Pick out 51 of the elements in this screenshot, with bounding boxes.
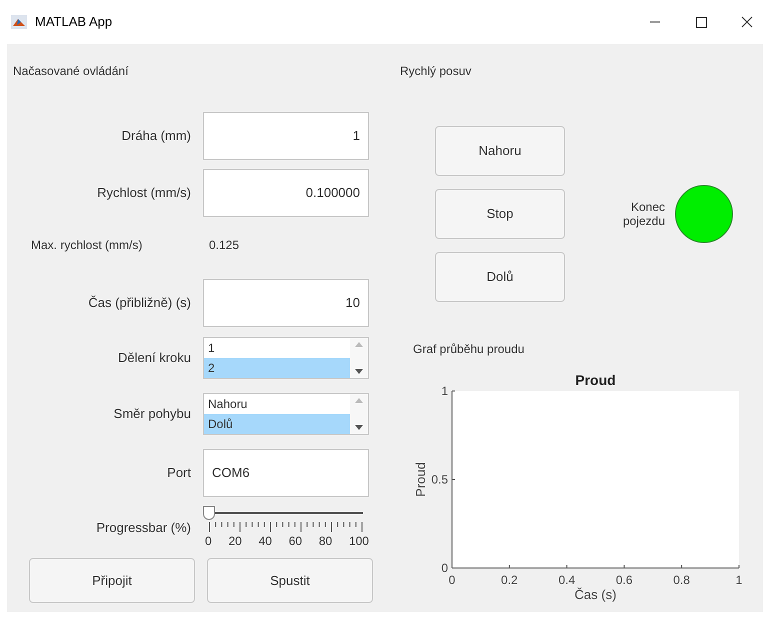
- graph-label: Graf průběhu proudu: [413, 341, 526, 358]
- tick-label: 0: [205, 533, 212, 550]
- input-field[interactable]: COM6: [203, 449, 369, 497]
- action-button[interactable]: Spustit: [207, 558, 373, 603]
- panel-title: Načasované ovládání: [13, 63, 130, 80]
- x-tick-label: 0.4: [558, 573, 576, 587]
- tick-label: 20: [228, 533, 242, 550]
- tick-label: 100: [348, 533, 369, 550]
- jog-button[interactable]: Stop: [435, 189, 565, 239]
- list-item[interactable]: Dolů: [204, 414, 350, 434]
- y-tick-label: 1: [441, 384, 448, 398]
- tick-label: 60: [288, 533, 302, 550]
- listbox[interactable]: 1 2: [203, 337, 369, 379]
- y-tick-label: 0.5: [431, 472, 448, 486]
- tick-label: 40: [258, 533, 272, 550]
- x-tick-label: 0.2: [501, 573, 518, 587]
- y-axis-label: Proud: [413, 462, 428, 497]
- tick-label: 80: [318, 533, 332, 550]
- scrollbar[interactable]: [350, 394, 368, 434]
- listbox-label: Dělení kroku: [117, 349, 192, 368]
- slider-label: Progressbar (%): [95, 519, 192, 538]
- lamp-label: Konec pojezdu: [622, 200, 665, 228]
- chart-title: Proud: [575, 372, 616, 388]
- field-label: Port: [166, 464, 192, 482]
- jog-button[interactable]: Dolů: [435, 252, 565, 302]
- input-field[interactable]: 10: [203, 279, 369, 327]
- x-tick-label: 0.6: [616, 573, 633, 587]
- input-field[interactable]: 1: [203, 112, 369, 160]
- slider-thumb[interactable]: [203, 506, 215, 520]
- jog-button[interactable]: Nahoru: [435, 126, 565, 176]
- panel-title: Rychlý posuv: [400, 63, 472, 80]
- listbox-label: Směr pohybu: [112, 405, 192, 424]
- max-speed-label: Max. rychlost (mm/s): [31, 237, 144, 254]
- x-axis-label: Čas (s): [574, 587, 616, 602]
- field-label: Čas (přibližně) (s): [87, 294, 192, 312]
- x-tick-label: 1: [736, 573, 742, 587]
- max-speed-value: 0.125: [209, 237, 240, 254]
- field-label: Dráha (mm): [120, 127, 192, 146]
- x-tick-label: 0: [448, 573, 456, 587]
- y-tick-label: 0: [441, 561, 448, 575]
- x-tick-label: 0.8: [673, 573, 690, 587]
- down-arrow-icon[interactable]: [355, 425, 363, 430]
- field-label: Rychlost (mm/s): [96, 184, 192, 202]
- app-icon: [11, 15, 27, 29]
- list-item[interactable]: 2: [204, 358, 350, 378]
- listbox[interactable]: Nahoru Dolů: [203, 393, 369, 435]
- scrollbar[interactable]: [350, 338, 368, 378]
- input-field[interactable]: 0.100000: [203, 169, 369, 217]
- down-arrow-icon[interactable]: [355, 369, 363, 374]
- action-button[interactable]: Připojit: [29, 558, 195, 603]
- window-title: MATLAB App: [35, 13, 112, 32]
